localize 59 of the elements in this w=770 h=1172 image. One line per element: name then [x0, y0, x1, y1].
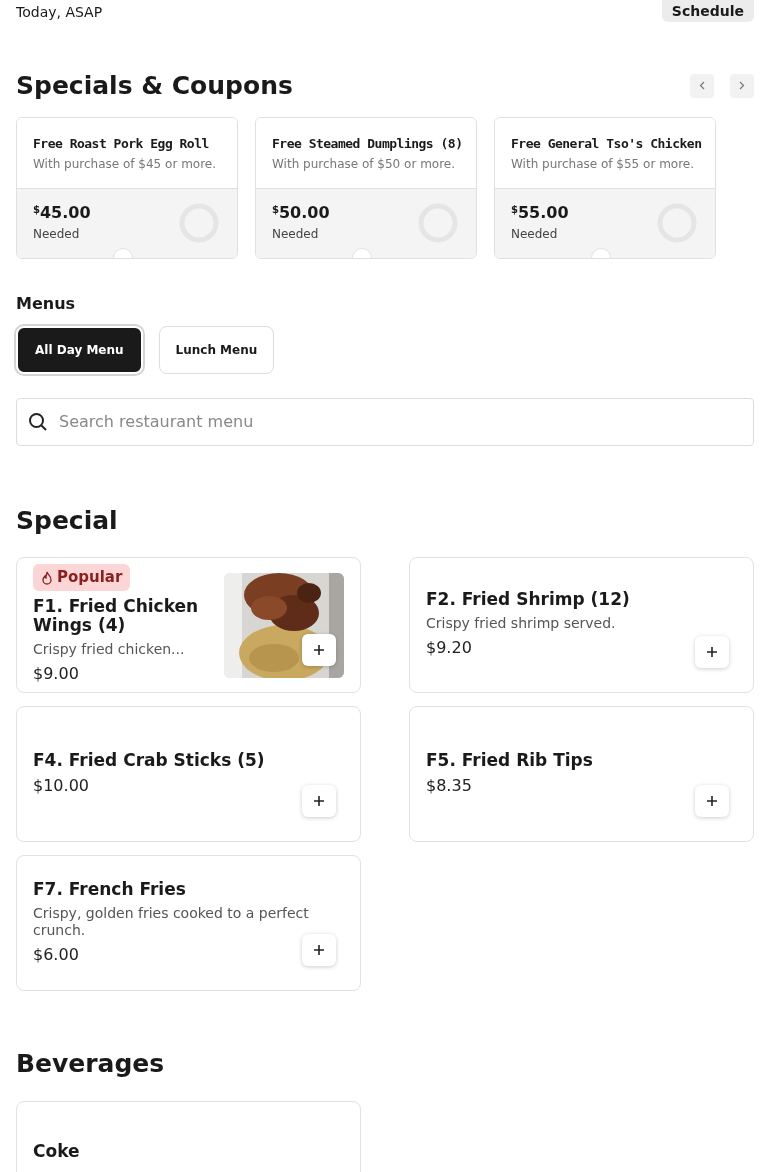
menu-tab[interactable]: Lunch Menu	[158, 325, 275, 374]
item-name: F2. Fried Shrimp (12)	[426, 590, 631, 609]
coupon-title: Free General Tso's Chicken	[511, 134, 699, 153]
item-price: $8.35	[426, 774, 472, 797]
coupon-amount: $^{$}$50.00	[272, 203, 330, 223]
item-price: $9.20	[426, 637, 472, 659]
coupon-status: Needed	[33, 226, 81, 243]
search-field[interactable]: Search restaurant menu	[16, 397, 754, 446]
coupon-title: Free Roast Pork Egg Roll	[33, 134, 210, 153]
item-price: $6.00	[33, 943, 79, 966]
item-price: $10.00	[33, 774, 89, 797]
add-button[interactable]	[302, 785, 336, 817]
search-icon	[28, 411, 48, 432]
item-name: F4. Fried Crab Sticks (5)	[33, 750, 266, 770]
menus-title: Menus	[16, 292, 77, 315]
coupon-condition: With purchase of $55 or more.	[511, 156, 696, 173]
coupon-amount: $^{$}$45.00	[33, 203, 91, 223]
coupon-card[interactable]: Free Roast Pork Egg Roll With purchase of $45 or more. $^{$}$45.00 Needed	[16, 116, 238, 259]
section-title: Beverages	[16, 1048, 166, 1080]
plus-icon	[706, 646, 718, 658]
delivery-time: Today, ASAP	[16, 3, 103, 22]
section-title: Special	[16, 504, 119, 537]
chevron-right-icon	[739, 81, 745, 91]
plus-icon	[313, 944, 325, 956]
menu-tab[interactable]: All Day Menu	[16, 325, 143, 374]
menu-item-card[interactable]: Coke	[16, 1100, 361, 1172]
fire-icon	[41, 570, 53, 585]
coupon-amount: $^{$}$55.00	[511, 203, 569, 223]
item-description: Crispy, golden fries cooked to a perfect crunch.	[33, 904, 310, 939]
coupon-card[interactable]: Free General Tso's Chicken With purchase of $55 or more. $^{$}$55.00 Needed	[494, 116, 716, 259]
chevron-left-icon	[699, 81, 705, 91]
coupon-card[interactable]: Free Steamed Dumplings (8) With purchase of $50 or more. $^{$}$50.00 Needed	[255, 116, 477, 259]
item-name: F7. French Fries	[33, 879, 187, 899]
item-name: F1. Fried Chicken Wings (4)	[33, 596, 200, 635]
section-title: Specials & Coupons	[16, 70, 293, 102]
add-button[interactable]	[302, 633, 336, 666]
menu-item-card[interactable]: Popular F1. Fried Chicken Wings (4) Crispy fried chicken... $9.00	[16, 557, 361, 693]
coupon-status: Needed	[511, 226, 559, 243]
menu-item-card[interactable]: F4. Fried Crab Sticks (5) $10.00	[16, 706, 361, 842]
add-button[interactable]	[695, 785, 729, 817]
coupon-status: Needed	[272, 226, 320, 243]
coupon-title: Free Steamed Dumplings (8)	[272, 134, 460, 153]
menu-item-card[interactable]: F7. French Fries Crispy, golden fries cooked to a perfect crunch. $6.00	[16, 855, 361, 991]
plus-icon	[706, 795, 718, 807]
coupon-condition: With purchase of $50 or more.	[272, 156, 457, 173]
item-name: Coke	[33, 1141, 81, 1161]
schedule-button[interactable]: Schedule	[661, 0, 754, 22]
plus-icon	[313, 795, 325, 807]
item-description: Crispy fried chicken...	[33, 640, 186, 658]
item-description: Crispy fried shrimp served.	[426, 615, 617, 632]
menu-item-card[interactable]: F2. Fried Shrimp (12) Crispy fried shrimp served. $9.20	[409, 557, 754, 693]
popular-badge: Popular	[33, 564, 131, 591]
menu-item-card[interactable]: F5. Fried Rib Tips $8.35	[409, 706, 754, 842]
plus-icon	[313, 643, 325, 656]
coupon-condition: With purchase of $45 or more.	[33, 156, 218, 173]
item-name: F5. Fried Rib Tips	[426, 750, 594, 770]
item-price: $9.00	[33, 662, 79, 685]
add-button[interactable]	[695, 636, 729, 668]
add-button[interactable]	[302, 934, 336, 966]
